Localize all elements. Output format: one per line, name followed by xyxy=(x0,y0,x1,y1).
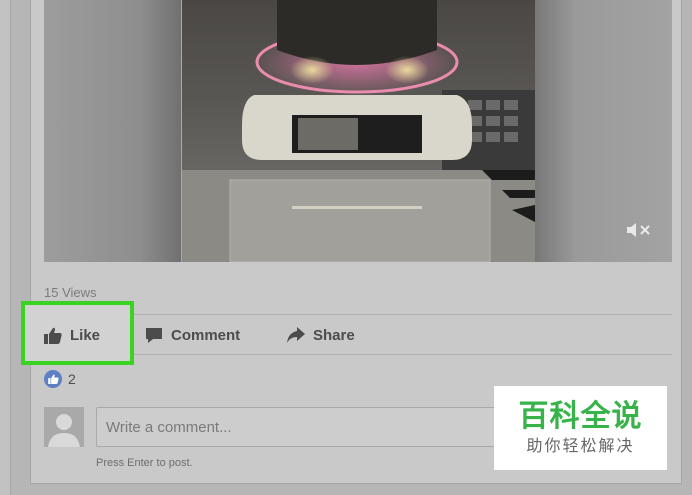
share-arrow-icon xyxy=(287,327,305,343)
divider-bottom xyxy=(44,354,672,355)
thumbs-up-icon xyxy=(44,327,62,344)
share-button[interactable]: Share xyxy=(287,322,355,348)
comment-placeholder: Write a comment... xyxy=(106,419,232,436)
left-column-edge xyxy=(0,0,11,495)
like-button[interactable]: Like xyxy=(44,322,100,348)
video-blur-left xyxy=(44,0,181,262)
like-label: Like xyxy=(70,326,101,344)
like-reaction-icon xyxy=(44,370,62,388)
default-avatar-icon xyxy=(44,407,84,447)
video-player[interactable] xyxy=(44,0,672,262)
video-scene xyxy=(182,0,535,262)
divider-top xyxy=(44,314,672,315)
comment-input[interactable]: Write a comment... xyxy=(96,407,536,447)
comment-label: Comment xyxy=(171,326,241,344)
reaction-count: 2 xyxy=(68,371,76,387)
reaction-summary[interactable]: 2 xyxy=(44,370,76,388)
view-count: 15 Views xyxy=(44,285,97,300)
video-frame xyxy=(182,0,535,262)
comment-hint: Press Enter to post. xyxy=(96,457,193,469)
watermark: 百科全说 助你轻松解决 xyxy=(494,386,667,470)
speaker-muted-icon[interactable] xyxy=(626,222,652,238)
speech-bubble-icon xyxy=(146,327,162,343)
watermark-subtitle: 助你轻松解决 xyxy=(526,438,635,455)
share-label: Share xyxy=(313,326,355,344)
comment-button[interactable]: Comment xyxy=(145,322,240,348)
watermark-title: 百科全说 xyxy=(518,400,643,433)
